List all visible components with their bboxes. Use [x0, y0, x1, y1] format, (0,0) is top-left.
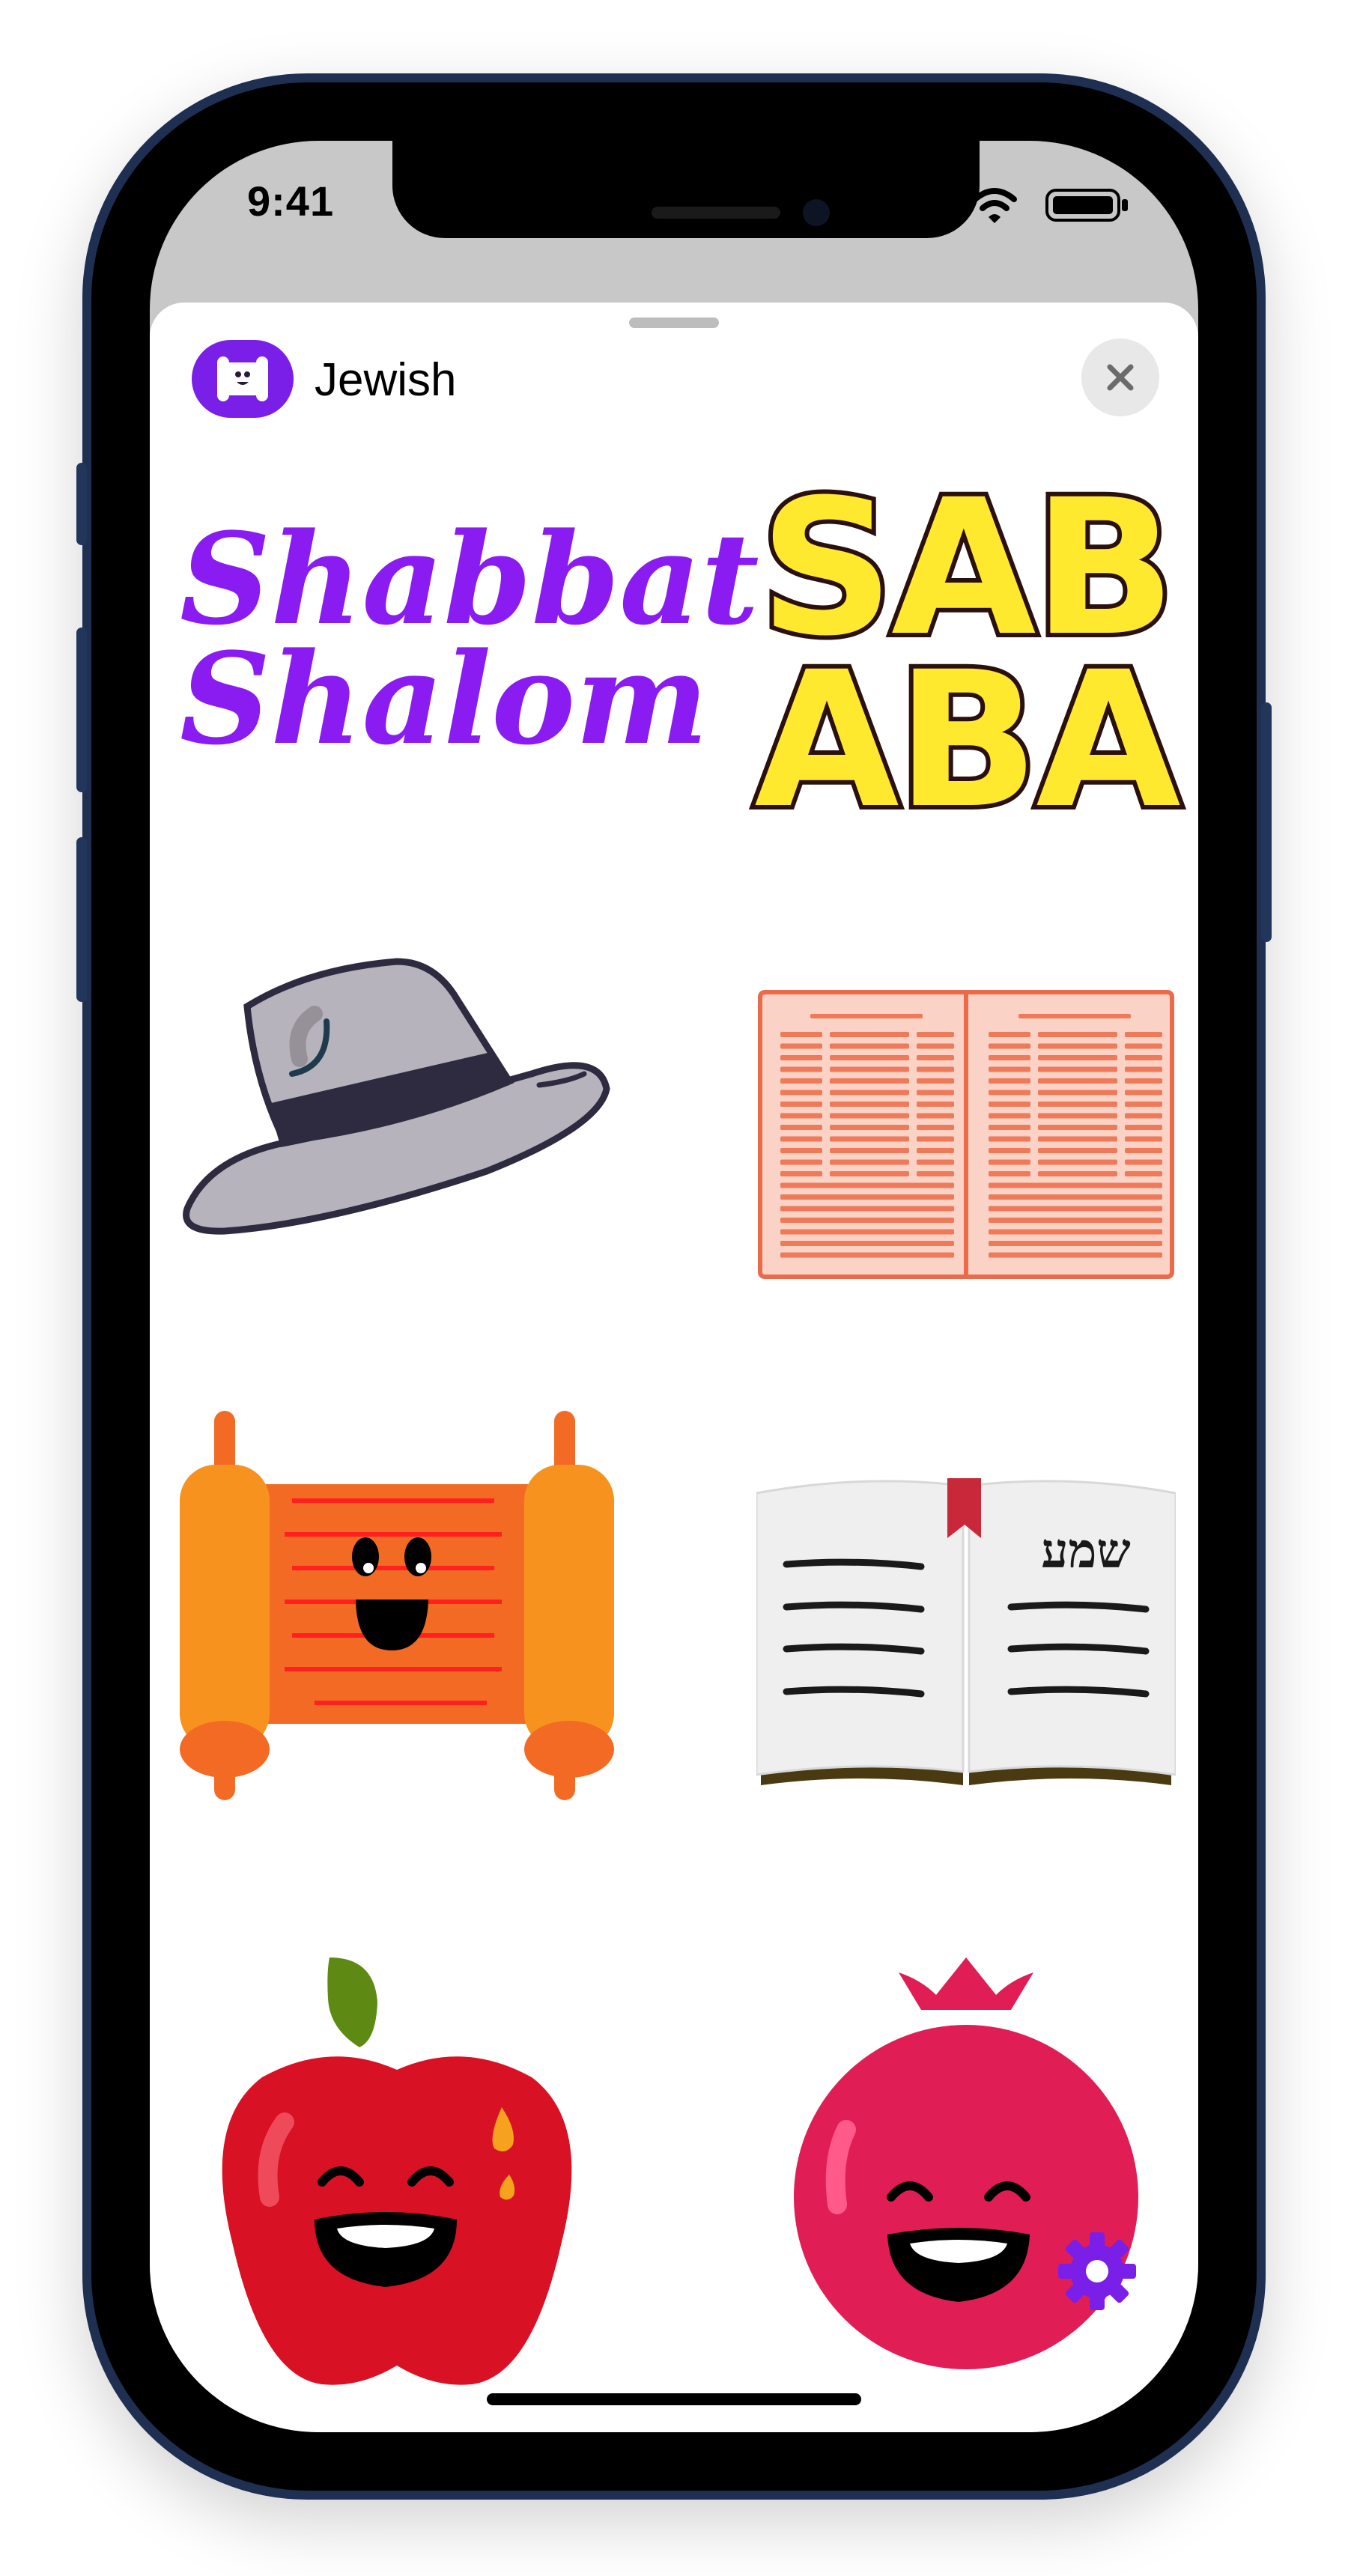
- bezel: 9:41 Jewish Shabbat Shalom SAB ABA שמע: [91, 82, 1257, 2491]
- sticker-torah-scroll[interactable]: [180, 1411, 614, 1800]
- status-time: 9:41: [247, 177, 335, 225]
- cellular-signal-icon: [899, 190, 942, 222]
- wifi-icon: [972, 188, 1017, 223]
- sticker-shema-book[interactable]: שמע: [756, 1478, 1176, 1793]
- phone-frame: 9:41 Jewish Shabbat Shalom SAB ABA שמע: [76, 73, 1272, 2500]
- sticker-sababa[interactable]: SAB ABA: [749, 459, 1185, 902]
- shalom-text: Shalom: [180, 624, 708, 773]
- close-button[interactable]: [1081, 338, 1159, 416]
- app-title: Jewish: [315, 354, 457, 406]
- sticker-happy-apple[interactable]: [217, 1957, 577, 2392]
- status-bar: 9:41: [150, 141, 1198, 283]
- settings-button[interactable]: [1056, 2230, 1138, 2312]
- sticker-talmud-page[interactable]: [758, 990, 1174, 1279]
- sababa-line-2: ABA: [750, 631, 1185, 849]
- status-icons: [899, 188, 1128, 223]
- screen: 9:41 Jewish Shabbat Shalom SAB ABA שמע: [150, 141, 1198, 2432]
- sticker-shabbat-shalom[interactable]: Shabbat Shalom: [180, 505, 759, 804]
- sticker-fedora-hat[interactable]: [180, 954, 614, 1239]
- volume-down-button: [76, 837, 87, 1002]
- torah-scroll-icon: [192, 340, 294, 418]
- notch: [392, 141, 980, 238]
- action-button: [76, 463, 87, 545]
- power-button: [1261, 702, 1272, 942]
- sababa-line-1: SAB: [755, 459, 1180, 677]
- shema-hebrew-text: שמע: [1041, 1523, 1131, 1579]
- sheet-grabber[interactable]: [629, 318, 719, 328]
- volume-up-button: [76, 628, 87, 792]
- sticker-happy-pomegranate[interactable]: [786, 1957, 1146, 2392]
- earpiece-speaker: [652, 207, 780, 219]
- home-indicator[interactable]: [487, 2393, 861, 2405]
- shabbat-text: Shabbat: [180, 505, 759, 653]
- battery-icon: [1045, 189, 1128, 222]
- front-camera: [803, 199, 830, 226]
- close-icon: [1107, 364, 1134, 391]
- sticker-sheet: Jewish Shabbat Shalom SAB ABA שמע: [150, 303, 1198, 2432]
- gear-icon: [1058, 2232, 1136, 2310]
